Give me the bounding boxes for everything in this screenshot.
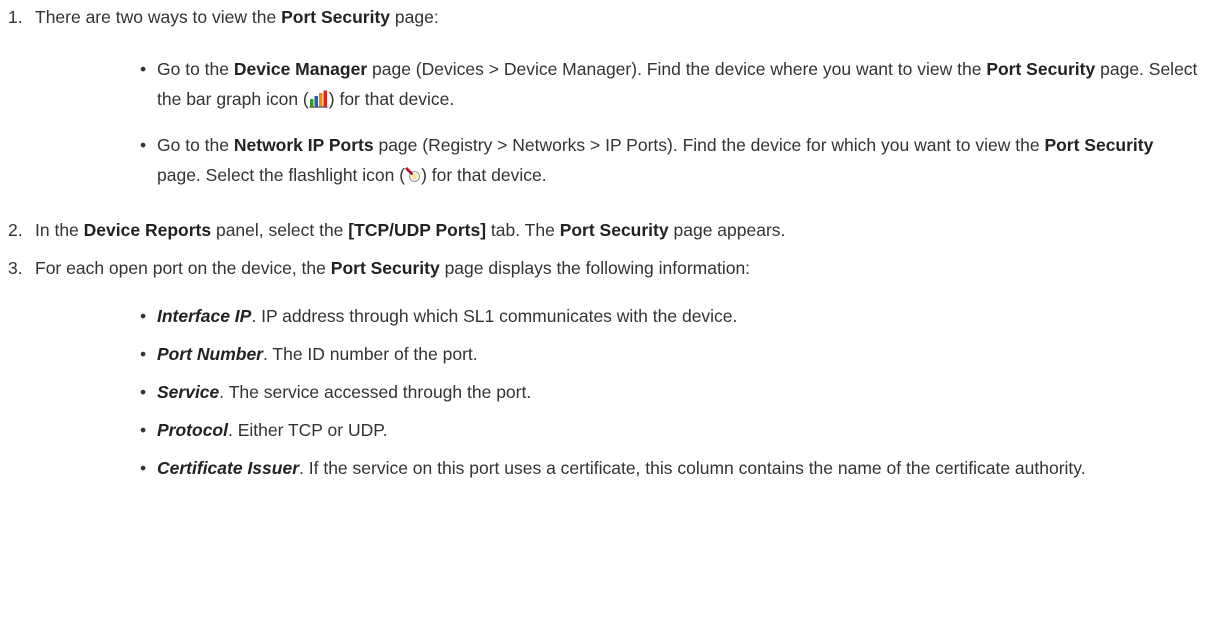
bold-term: Port Security [559,220,669,240]
bold-term: Device Manager [233,59,368,79]
field-item: • Service. The service accessed through … [35,377,1209,407]
bullet: • [140,306,147,326]
field-description: . The service accessed through the port. [219,382,532,402]
bullet: • [140,382,147,402]
option-item: • Go to the Device Manager page (Devices… [35,54,1209,117]
field-description: . The ID number of the port. [262,344,478,364]
step-number: 1. [8,7,23,27]
bar-graph-icon [309,87,329,117]
step-3: 3. For each open port on the device, the… [0,253,1209,483]
step-number: 2. [8,220,23,240]
field-term: Protocol [157,420,228,440]
bold-term: Port Security [986,59,1096,79]
flashlight-icon [405,163,421,193]
field-item: • Certificate Issuer. If the service on … [35,453,1209,483]
field-item: • Interface IP. IP address through which… [35,301,1209,331]
field-item: • Port Number. The ID number of the port… [35,339,1209,369]
bold-term: Port Security [281,7,391,27]
field-term: Service [157,382,220,402]
bold-term: Port Security [330,258,440,278]
options-list: • Go to the Device Manager page (Devices… [35,54,1209,193]
bullet: • [140,420,147,440]
bold-term: Port Security [1044,135,1154,155]
bullet: • [140,344,147,364]
field-term: Interface IP [157,306,252,326]
fields-list: • Interface IP. IP address through which… [35,301,1209,483]
steps-list: 1. There are two ways to view the Port S… [0,2,1209,483]
field-description: . IP address through which SL1 communica… [251,306,738,326]
field-term: Port Number [157,344,263,364]
bold-term: Network IP Ports [233,135,374,155]
field-description: . If the service on this port uses a cer… [299,458,1086,478]
bullet: • [140,458,147,478]
step-1: 1. There are two ways to view the Port S… [0,2,1209,193]
step-text: For each open port on the device, the Po… [35,258,751,278]
step-text: In the Device Reports panel, select the … [35,220,786,240]
step-number: 3. [8,258,23,278]
step-2: 2. In the Device Reports panel, select t… [0,215,1209,245]
bold-term: [TCP/UDP Ports] [348,220,487,240]
option-item: • Go to the Network IP Ports page (Regis… [35,130,1209,193]
bullet: • [140,135,147,155]
field-item: • Protocol. Either TCP or UDP. [35,415,1209,445]
step-text: There are two ways to view the Port Secu… [35,7,439,27]
field-term: Certificate Issuer [157,458,300,478]
field-description: . Either TCP or UDP. [227,420,388,440]
document-page: 1. There are two ways to view the Port S… [0,2,1209,638]
bold-term: Device Reports [83,220,212,240]
bullet: • [140,59,147,79]
